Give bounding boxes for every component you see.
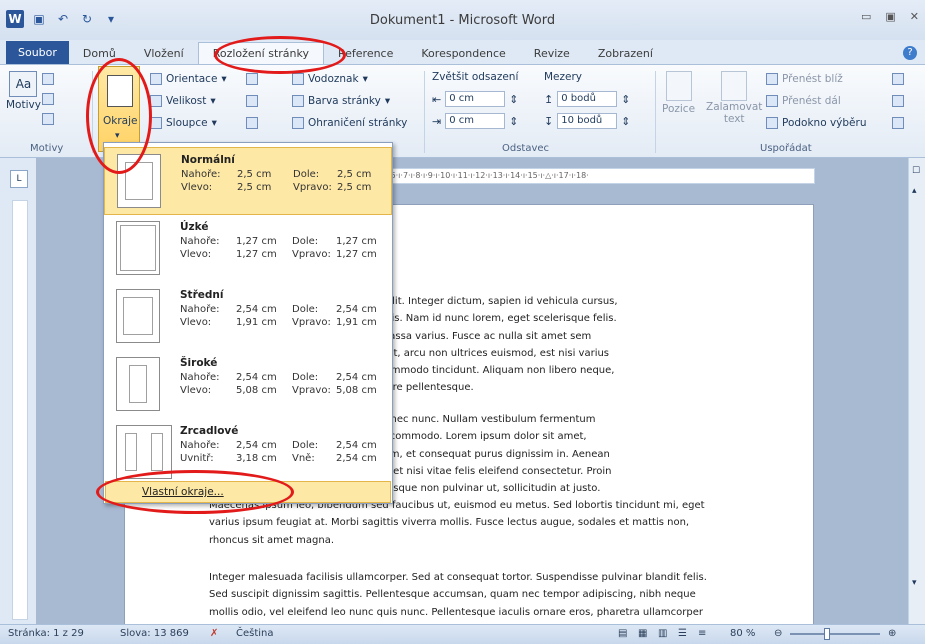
- proofing-icon[interactable]: ✗: [210, 628, 218, 639]
- annotation-ellipse: [214, 36, 346, 74]
- maximize-icon[interactable]: ▣: [885, 10, 895, 23]
- send-backward-icon: [766, 95, 778, 107]
- space-before-icon: ↥: [544, 92, 554, 106]
- tab-insert[interactable]: Vložení: [130, 43, 198, 64]
- spinner-icon[interactable]: ⇕: [621, 93, 630, 106]
- window-title: Dokument1 - Microsoft Word: [369, 13, 556, 28]
- line-numbers-icon[interactable]: [246, 95, 258, 107]
- ruler-toggle-icon[interactable]: ☐: [912, 166, 920, 176]
- indent-right-icon: ⇥: [432, 114, 442, 128]
- spacing-label: Mezery: [544, 71, 583, 83]
- margins-dropdown: Normální Nahoře: 2,5 cm Dole: 2,5 cm Vlevo:…: [103, 142, 393, 504]
- page-borders-icon: [292, 117, 304, 129]
- indent-label: Zvětšit odsazení: [432, 71, 519, 83]
- view-print-layout-icon[interactable]: ▤: [618, 628, 627, 639]
- divider: [424, 71, 425, 153]
- page-count[interactable]: Stránka: 1 z 29: [8, 628, 84, 639]
- bring-forward-button[interactable]: Přenést blíž: [766, 73, 843, 85]
- margin-option-narrow[interactable]: Úzké Nahoře: 1,27 cm Dole: 1,27 cm Vlevo: 1,…: [104, 215, 392, 283]
- vertical-ruler[interactable]: [12, 200, 28, 620]
- help-icon[interactable]: ?: [903, 46, 917, 60]
- tab-mailings[interactable]: Korespondence: [407, 43, 519, 64]
- word-count[interactable]: Slova: 13 869: [120, 628, 189, 639]
- spinner-icon[interactable]: ⇕: [621, 115, 630, 128]
- rotate-icon[interactable]: [892, 117, 904, 129]
- spinner-icon[interactable]: ⇕: [509, 115, 518, 128]
- scroll-up-icon[interactable]: ▴: [912, 186, 917, 196]
- close-icon[interactable]: ✕: [910, 10, 919, 23]
- columns-button[interactable]: Sloupce ▾: [150, 117, 217, 129]
- tab-review[interactable]: Revize: [520, 43, 584, 64]
- position-icon: [665, 71, 692, 101]
- theme-colors-icon[interactable]: [42, 73, 54, 85]
- group-label-paragraph: Odstavec: [502, 143, 550, 154]
- tab-view[interactable]: Zobrazení: [584, 43, 667, 64]
- zoom-level[interactable]: 80 %: [730, 628, 755, 639]
- page-color-button[interactable]: Barva stránky ▾: [292, 95, 390, 107]
- vertical-scrollbar[interactable]: ☐ ▴ ▾: [908, 158, 925, 624]
- indent-left-field[interactable]: ⇤ 0 cm ⇕: [432, 91, 518, 107]
- space-before-field[interactable]: ↥ 0 bodů ⇕: [544, 91, 630, 107]
- size-icon: [150, 95, 162, 107]
- view-outline-icon[interactable]: ☰: [678, 628, 687, 639]
- divider: [655, 71, 656, 153]
- annotation-ellipse: [96, 470, 294, 514]
- zoom-in-icon[interactable]: ⊕: [888, 628, 896, 639]
- selection-pane-icon: [766, 117, 778, 129]
- minimize-icon[interactable]: ▭: [861, 10, 871, 23]
- status-bar: Stránka: 1 z 29 Slova: 13 869 ✗ Čeština …: [0, 624, 925, 644]
- orientation-icon: [150, 73, 162, 85]
- zoom-slider-handle[interactable]: [824, 628, 830, 640]
- margin-preview-icon: [116, 357, 160, 411]
- tab-file[interactable]: Soubor: [6, 41, 69, 64]
- indent-left-icon: ⇤: [432, 92, 442, 106]
- view-draft-icon[interactable]: ≡: [698, 628, 706, 639]
- margin-option-moderate[interactable]: Střední Nahoře: 2,54 cm Dole: 2,54 cm Vlevo…: [104, 283, 392, 351]
- title-bar: W ▣ ↶ ↻ ▾ Dokument1 - Microsoft Word ▭ ▣…: [0, 0, 925, 40]
- page-color-icon: [292, 95, 304, 107]
- theme-fonts-icon[interactable]: [42, 93, 54, 105]
- position-button[interactable]: Pozice: [662, 71, 695, 115]
- space-after-icon: ↧: [544, 114, 554, 128]
- tab-selector-button[interactable]: L: [10, 170, 28, 188]
- margin-option-normal[interactable]: Normální Nahoře: 2,5 cm Dole: 2,5 cm Vlevo:…: [104, 147, 392, 215]
- paragraph-3[interactable]: Integer malesuada facilisis ullamcorper.…: [209, 569, 789, 621]
- send-backward-button[interactable]: Přenést dál: [766, 95, 841, 107]
- bring-forward-icon: [766, 73, 778, 85]
- language[interactable]: Čeština: [236, 628, 274, 639]
- spinner-icon[interactable]: ⇕: [509, 93, 518, 106]
- orientation-button[interactable]: Orientace ▾: [150, 73, 227, 85]
- align-icon[interactable]: [892, 73, 904, 85]
- zoom-slider[interactable]: [790, 633, 880, 635]
- window-controls: ▭ ▣ ✕: [861, 10, 919, 23]
- group-label-arrange: Uspořádat: [760, 143, 812, 154]
- watermark-button[interactable]: Vodoznak ▾: [292, 73, 368, 85]
- margin-option-wide[interactable]: Široké Nahoře: 2,54 cm Dole: 2,54 cm Vlevo:…: [104, 351, 392, 419]
- selection-pane-button[interactable]: Podokno výběru: [766, 117, 867, 129]
- annotation-ellipse: [86, 58, 152, 174]
- scroll-down-icon[interactable]: ▾: [912, 578, 917, 588]
- hyphenation-icon[interactable]: [246, 117, 258, 129]
- space-after-field[interactable]: ↧ 10 bodů ⇕: [544, 113, 630, 129]
- margin-preview-icon: [116, 221, 160, 275]
- ribbon-tabs: Soubor Domů Vložení Rozložení stránky Re…: [0, 40, 925, 64]
- wrap-text-button[interactable]: Zalamovat text: [706, 71, 762, 125]
- group-icon[interactable]: [892, 95, 904, 107]
- breaks-icon[interactable]: [246, 73, 258, 85]
- group-label-themes: Motivy: [30, 143, 64, 154]
- zoom-out-icon[interactable]: ⊖: [774, 628, 782, 639]
- view-web-icon[interactable]: ▥: [658, 628, 667, 639]
- theme-effects-icon[interactable]: [42, 113, 54, 125]
- wrap-text-icon: [721, 71, 748, 101]
- margin-preview-icon: [116, 289, 160, 343]
- themes-icon: Aa: [9, 71, 38, 97]
- page-borders-button[interactable]: Ohraničení stránky: [292, 117, 407, 129]
- paragraph-2-continued[interactable]: Maecenas ipsum leo, bibendum sed faucibu…: [209, 497, 789, 549]
- size-button[interactable]: Velikost ▾: [150, 95, 216, 107]
- view-fullscreen-icon[interactable]: ▦: [638, 628, 647, 639]
- watermark-icon: [292, 73, 304, 85]
- indent-right-field[interactable]: ⇥ 0 cm ⇕: [432, 113, 518, 129]
- themes-button[interactable]: Aa Motivy: [6, 71, 41, 111]
